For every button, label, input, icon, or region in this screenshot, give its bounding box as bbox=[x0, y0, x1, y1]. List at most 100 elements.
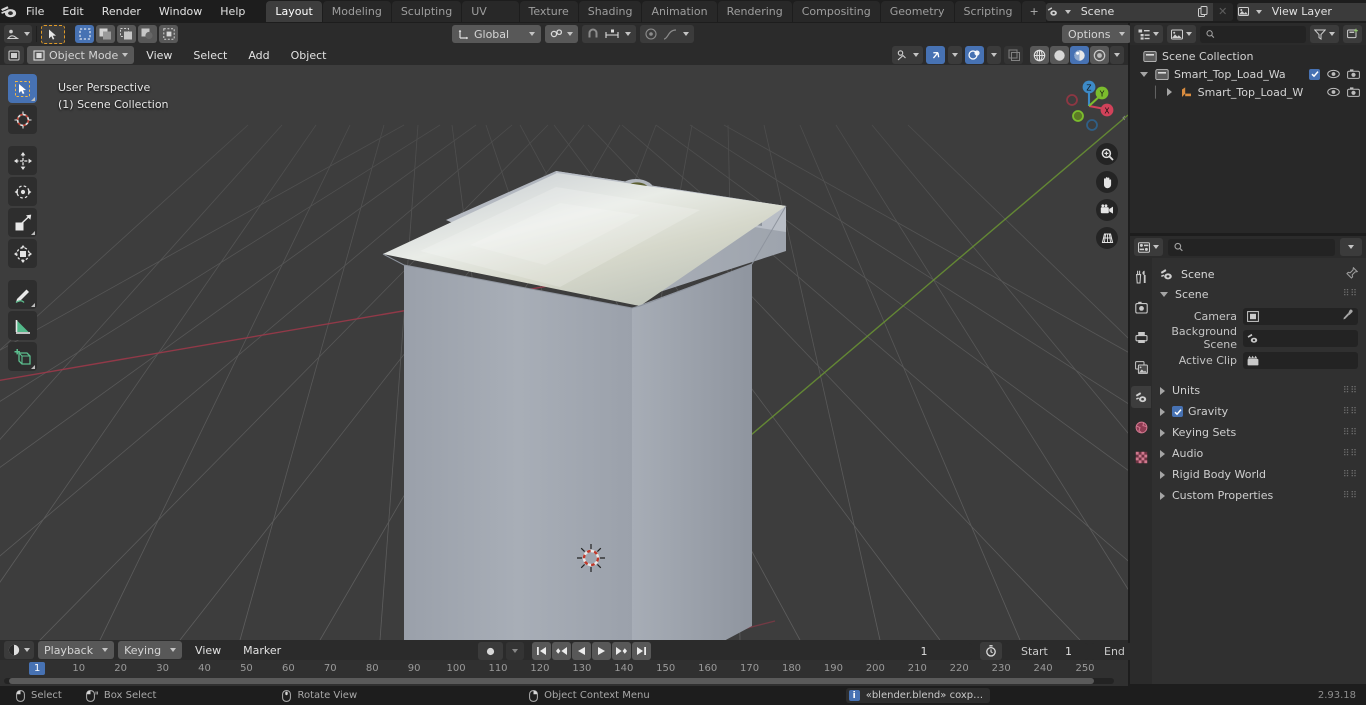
visibility-selector-dropdown[interactable] bbox=[892, 46, 923, 64]
properties-options-chevron-icon[interactable] bbox=[1340, 238, 1362, 256]
viewport-menu-select[interactable]: Select bbox=[184, 46, 236, 65]
properties-search-field[interactable] bbox=[1188, 240, 1329, 254]
panel-units[interactable]: Units ⠿⠿ bbox=[1152, 380, 1366, 401]
add-cube-tool[interactable] bbox=[8, 342, 37, 371]
blend-file-indicator[interactable]: i «blender.blend» coxp… bbox=[845, 688, 991, 703]
timeline-menu-marker[interactable]: Marker bbox=[234, 641, 290, 660]
tool-settings-editor-icon[interactable] bbox=[4, 25, 32, 43]
properties-search-input[interactable] bbox=[1168, 238, 1335, 256]
add-workspace-button[interactable]: + bbox=[1022, 1, 1046, 22]
funnel-icon[interactable] bbox=[1310, 25, 1339, 43]
xray-toggle-icon[interactable] bbox=[1004, 46, 1023, 64]
object-mode-dropdown[interactable]: Object Mode bbox=[27, 46, 135, 64]
outliner-row-scene-collection[interactable]: Scene Collection bbox=[1130, 47, 1366, 65]
gravity-checkbox[interactable] bbox=[1172, 406, 1183, 417]
workspace-tab-sculpting[interactable]: Sculpting bbox=[391, 1, 462, 22]
jump-to-start-icon[interactable] bbox=[532, 642, 551, 660]
timeline-ruler[interactable]: 10 20 30 40 50 60 70 80 90 100 110 120 130 140 150 160 1… bbox=[0, 660, 1128, 678]
viewport-options-dropdown[interactable]: Options bbox=[1062, 25, 1132, 43]
properties-tab-texture[interactable] bbox=[1131, 446, 1151, 468]
tweak-tool-icon[interactable] bbox=[41, 24, 65, 44]
navigation-gizmo[interactable]: Z Y X bbox=[1058, 73, 1120, 135]
collection-checkbox[interactable] bbox=[1309, 68, 1320, 80]
menu-file[interactable]: File bbox=[17, 2, 53, 21]
duplicate-icon[interactable] bbox=[1192, 2, 1213, 21]
properties-tab-view-layer[interactable] bbox=[1131, 356, 1151, 378]
scene-panel-header[interactable]: Scene ⠿⠿ bbox=[1152, 284, 1366, 304]
viewport-menu-object[interactable]: Object bbox=[282, 46, 336, 65]
current-frame-field[interactable]: 1 bbox=[876, 642, 972, 660]
select-subtract-icon[interactable] bbox=[117, 25, 136, 43]
properties-tab-render[interactable] bbox=[1131, 296, 1151, 318]
filter-id-icon[interactable] bbox=[1167, 25, 1196, 43]
play-icon[interactable] bbox=[592, 642, 611, 660]
viewport-menu-add[interactable]: Add bbox=[239, 46, 278, 65]
outliner-search-field[interactable] bbox=[1219, 27, 1300, 41]
menu-window[interactable]: Window bbox=[150, 2, 211, 21]
toggle-perspective-icon[interactable] bbox=[1096, 227, 1118, 249]
solid-shading-icon[interactable] bbox=[1050, 46, 1069, 64]
keying-mode-chevron-icon[interactable] bbox=[506, 642, 524, 660]
play-reverse-icon[interactable] bbox=[572, 642, 591, 660]
panel-keying-sets[interactable]: Keying Sets ⠿⠿ bbox=[1152, 422, 1366, 443]
properties-tab-scene[interactable] bbox=[1131, 386, 1151, 408]
washer-3d-object[interactable]: 1:03 bbox=[0, 65, 1128, 640]
outliner-row-washer-collection[interactable]: Smart_Top_Load_Washer_001 bbox=[1130, 65, 1366, 83]
workspace-tab-uv-editing[interactable]: UV Editing bbox=[462, 1, 519, 39]
overlays-icon[interactable] bbox=[965, 46, 984, 64]
outliner-display-mode-icon[interactable] bbox=[1134, 25, 1163, 43]
view-layer-icon[interactable] bbox=[1236, 2, 1264, 21]
properties-editor-icon[interactable] bbox=[1134, 238, 1163, 256]
rendered-shading-icon[interactable] bbox=[1090, 46, 1109, 64]
panel-expander-icon[interactable] bbox=[1160, 470, 1165, 479]
material-preview-icon[interactable] bbox=[1070, 46, 1089, 64]
panel-expander-icon[interactable] bbox=[1160, 449, 1165, 458]
timeline-menu-playback[interactable]: Playback bbox=[38, 641, 115, 659]
auto-keying-icon[interactable] bbox=[980, 642, 1002, 660]
camera-view-icon[interactable] bbox=[1096, 199, 1118, 221]
panel-gravity[interactable]: Gravity ⠿⠿ bbox=[1152, 401, 1366, 422]
select-box-icon[interactable] bbox=[75, 25, 94, 43]
record-keyframe-icon[interactable] bbox=[478, 642, 503, 660]
outliner[interactable]: Scene Collection Smart_Top_Load_Washer_0… bbox=[1130, 45, 1366, 233]
scene-selector[interactable]: Scene ✕ bbox=[1045, 2, 1233, 21]
proportional-edit-group[interactable] bbox=[640, 25, 695, 43]
jump-to-next-keyframe-icon[interactable] bbox=[612, 642, 631, 660]
view-layer-selector[interactable]: View Layer ✕ bbox=[1236, 2, 1366, 21]
expander-closed-icon[interactable] bbox=[1166, 88, 1172, 96]
workspace-tab-shading[interactable]: Shading bbox=[578, 1, 642, 22]
new-collection-icon[interactable] bbox=[1343, 25, 1362, 43]
workspace-tab-rendering[interactable]: Rendering bbox=[717, 1, 792, 22]
timeline-playhead[interactable]: 1 bbox=[29, 662, 46, 675]
editor-type-3dview-icon[interactable] bbox=[4, 46, 24, 64]
select-intersect-icon[interactable] bbox=[159, 25, 178, 43]
view-layer-name-field[interactable]: View Layer bbox=[1263, 2, 1366, 21]
properties-tab-world[interactable] bbox=[1131, 416, 1151, 438]
workspace-tab-texture-paint[interactable]: Texture Paint bbox=[519, 1, 578, 39]
active-clip-field[interactable] bbox=[1243, 351, 1358, 369]
panel-expander-icon[interactable] bbox=[1160, 407, 1165, 416]
blender-logo-icon[interactable] bbox=[0, 5, 17, 18]
scale-tool[interactable] bbox=[8, 208, 37, 237]
wireframe-shading-icon[interactable] bbox=[1030, 46, 1049, 64]
camera-field[interactable] bbox=[1243, 307, 1358, 325]
transform-orientation-dropdown[interactable]: Global bbox=[452, 25, 542, 43]
eye-icon[interactable] bbox=[1327, 69, 1340, 79]
outliner-row-washer-object[interactable]: │ Smart_Top_Load_Washer bbox=[1130, 83, 1366, 101]
panel-expander-icon[interactable] bbox=[1160, 291, 1168, 297]
properties-tab-output[interactable] bbox=[1131, 326, 1151, 348]
workspace-tab-scripting[interactable]: Scripting bbox=[954, 1, 1022, 22]
transform-tool[interactable] bbox=[8, 239, 37, 268]
camera-icon[interactable] bbox=[1347, 69, 1360, 79]
menu-help[interactable]: Help bbox=[211, 2, 254, 21]
gizmo-icon[interactable] bbox=[926, 46, 945, 64]
scene-name-field[interactable]: Scene bbox=[1072, 2, 1193, 21]
workspace-tab-geometry-nodes[interactable]: Geometry Nodes bbox=[880, 1, 954, 39]
timeline-menu-keying[interactable]: Keying bbox=[118, 641, 183, 659]
properties-panel[interactable]: Scene Scene ⠿⠿ Camera Background Scene A… bbox=[1152, 258, 1366, 684]
pan-hand-icon[interactable] bbox=[1096, 171, 1118, 193]
panel-expander-icon[interactable] bbox=[1160, 386, 1165, 395]
jump-to-prev-keyframe-icon[interactable] bbox=[552, 642, 571, 660]
overlays-options-chevron-icon[interactable] bbox=[987, 46, 1001, 64]
zoom-icon[interactable] bbox=[1096, 143, 1118, 165]
